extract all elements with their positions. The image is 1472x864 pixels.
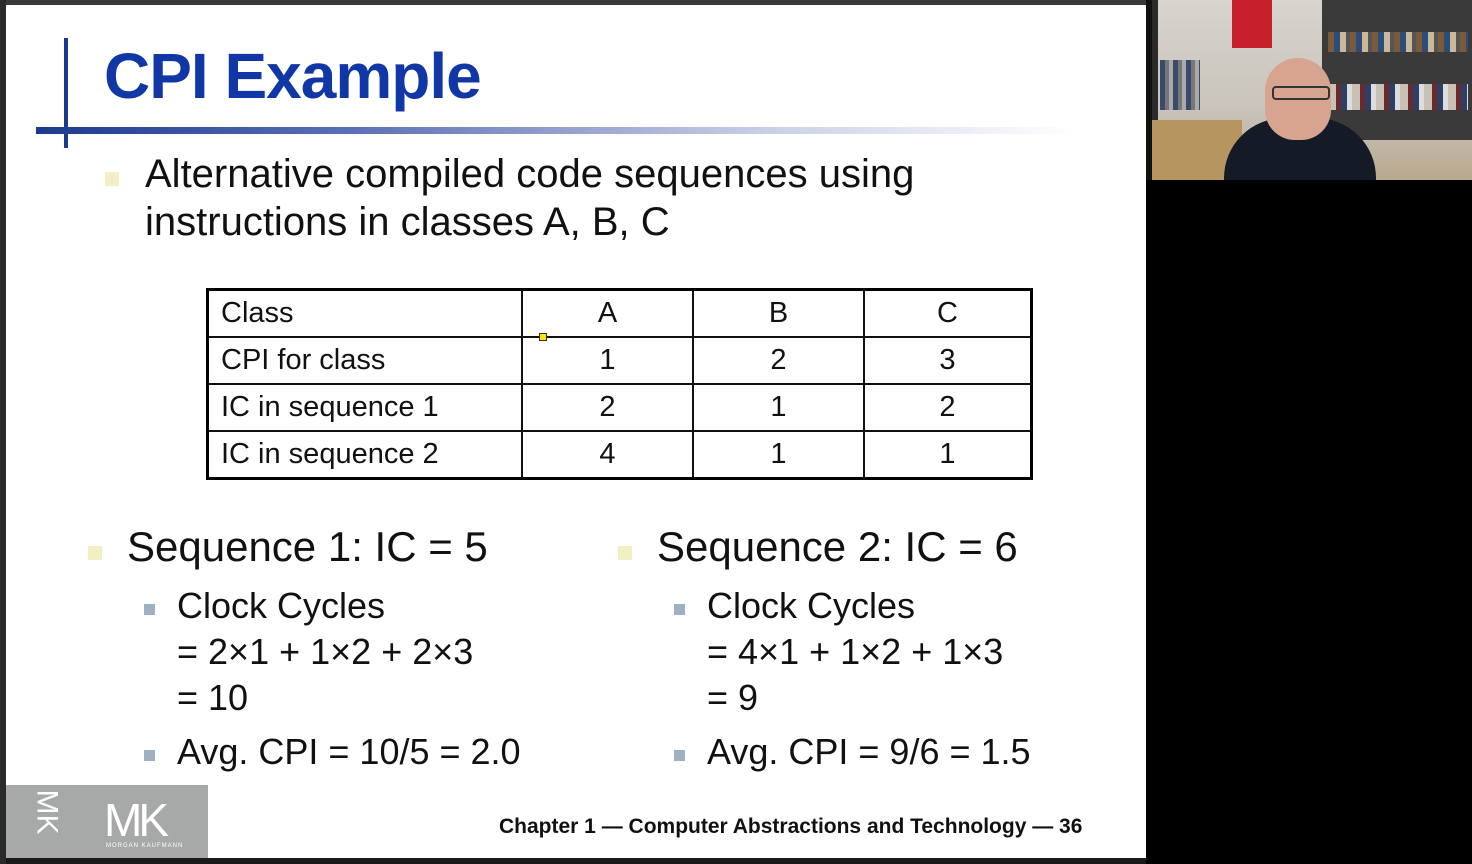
table-header-row: Class A B C (206, 288, 1033, 338)
bookshelf-post (1152, 0, 1158, 120)
sequence-2-cycles-result: = 9 (707, 677, 759, 718)
bullet-marker (105, 172, 119, 186)
sequence-1-cycles-label: Clock Cycles (177, 585, 386, 626)
bullet-marker (618, 546, 632, 560)
table-cell: CPI for class (206, 336, 523, 385)
sequence-2-cycles-formula: = 4×1 + 1×2 + 1×3 (707, 631, 1004, 672)
table-cell: 1 (692, 430, 865, 480)
sub-bullet-marker (674, 604, 685, 615)
table-cell: 1 (863, 430, 1033, 480)
presenter-glasses (1272, 86, 1330, 100)
sequence-1-heading: Sequence 1: IC = 5 (127, 523, 488, 570)
intro-text-line-1: Alternative compiled code sequences usin… (145, 152, 915, 196)
sub-bullet-marker (674, 750, 685, 761)
bookshelf-books (1328, 32, 1468, 52)
bullet-marker (88, 546, 102, 560)
sequence-2-cycles-label: Clock Cycles (707, 585, 916, 626)
table-cell: C (863, 288, 1033, 338)
presentation-slide: CPI Example Alternative compiled code se… (6, 5, 1146, 858)
table-cell: 2 (692, 336, 865, 385)
logo-mark: MK (104, 794, 169, 846)
sub-bullet-marker (144, 750, 155, 761)
table-row: CPI for class 1 2 3 (206, 336, 1033, 385)
bookshelf (1322, 0, 1472, 140)
publisher-logo: MK MK MORGAN KAUFMANN (6, 785, 208, 858)
webcam-video[interactable] (1152, 0, 1472, 180)
sequence-1-cycles-formula: = 2×1 + 1×2 + 2×3 (177, 631, 474, 672)
sequence-1-avg-cpi: Avg. CPI = 10/5 = 2.0 (177, 731, 521, 772)
table-cell: IC in sequence 1 (206, 383, 523, 432)
slide-title: CPI Example (104, 40, 482, 112)
logo-subtext: MORGAN KAUFMANN (106, 843, 184, 849)
selection-handle[interactable] (539, 333, 547, 341)
title-accent-horizontal-line (36, 127, 1076, 134)
table-cell: 2 (521, 383, 694, 432)
background-red-object (1232, 0, 1272, 48)
table-cell: 4 (521, 430, 694, 480)
sub-bullet-marker (144, 604, 155, 615)
sequence-2-heading: Sequence 2: IC = 6 (657, 523, 1018, 570)
sequence-1-cycles-result: = 10 (177, 677, 249, 718)
sequence-2-avg-cpi: Avg. CPI = 9/6 = 1.5 (707, 731, 1031, 772)
cpi-table: Class A B C CPI for class 1 2 3 IC in se… (206, 288, 1033, 480)
table-cell: 1 (521, 336, 694, 385)
table-cell: 2 (863, 383, 1033, 432)
bookshelf-books (1328, 84, 1468, 110)
table-cell: 1 (692, 383, 865, 432)
slide-footer: Chapter 1 — Computer Abstractions and Te… (499, 815, 1083, 838)
table-cell: 3 (863, 336, 1033, 385)
table-cell: A (521, 288, 694, 338)
table-cell: B (692, 288, 865, 338)
bookshelf-books (1160, 60, 1200, 110)
table-row: IC in sequence 2 4 1 1 (206, 430, 1033, 480)
table-cell: Class (206, 288, 523, 338)
table-cell: IC in sequence 2 (206, 430, 523, 480)
table-row: IC in sequence 1 2 1 2 (206, 383, 1033, 432)
logo-side-mark: MK (30, 789, 64, 835)
video-panel-background (1146, 180, 1472, 864)
intro-text-line-2: instructions in classes A, B, C (145, 200, 670, 244)
